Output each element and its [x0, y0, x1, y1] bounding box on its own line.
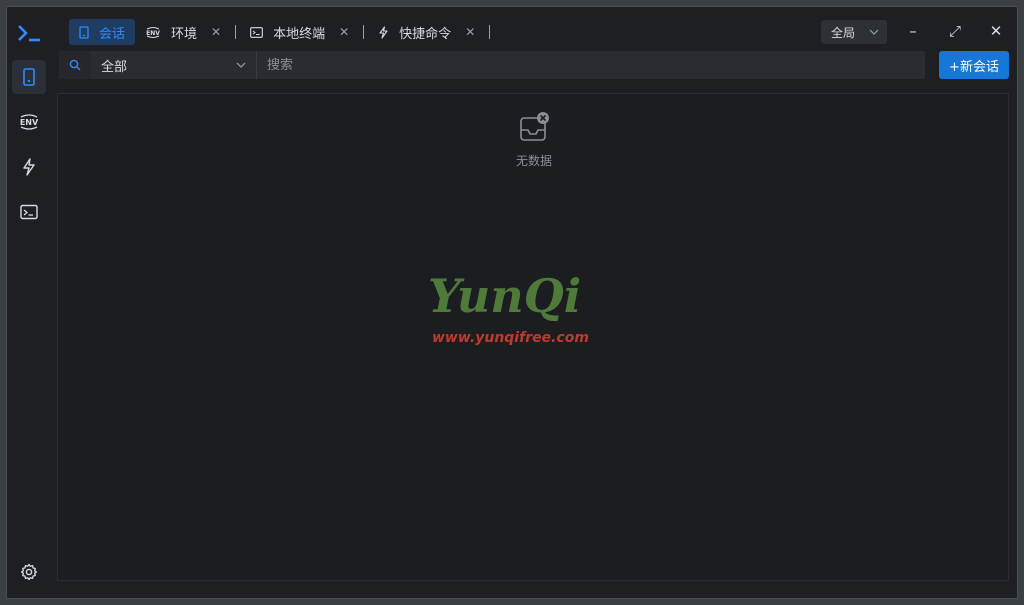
tab-local-terminal[interactable]: 本地终端 ✕ [240, 19, 359, 45]
sidebar-item-sessions[interactable] [12, 60, 46, 94]
watermark-logo: YunQi www.yunqifree.com [428, 269, 589, 346]
sidebar-item-terminal[interactable] [12, 195, 46, 229]
chevron-down-icon [869, 29, 879, 35]
close-icon: ✕ [989, 22, 1003, 40]
minimize-button[interactable]: – [900, 19, 926, 43]
session-toolbar: 全部 [59, 51, 925, 79]
close-button[interactable]: ✕ [983, 19, 1009, 43]
tab-sessions[interactable]: 会话 [69, 19, 136, 45]
tab-divider [363, 25, 365, 39]
tab-label: 会话 [99, 26, 126, 42]
empty-text: 无数据 [515, 154, 552, 168]
search-icon [69, 59, 81, 71]
terminal-icon [250, 26, 263, 38]
lightning-icon [23, 158, 35, 176]
watermark-url: www.yunqifree.com [432, 330, 589, 346]
tab-label: 快捷命令 [399, 26, 452, 42]
terminal-icon [20, 204, 38, 220]
lightning-icon [379, 25, 388, 39]
app-window: ENV 会话 ENV 环境 ✕ 本地终端 ✕ 快捷命令 ✕ 全局 – ⤢ ✕ 全… [6, 6, 1018, 599]
filter-select[interactable]: 全部 [91, 51, 257, 79]
scope-value: 全局 [831, 25, 856, 40]
tab-close-icon[interactable]: ✕ [211, 25, 221, 39]
phone-icon [79, 25, 89, 39]
gear-icon [20, 563, 38, 581]
tab-divider [235, 25, 237, 39]
maximize-button[interactable]: ⤢ [942, 19, 968, 43]
filter-value: 全部 [101, 59, 128, 75]
empty-state: 无数据 [508, 110, 560, 169]
tab-label: 本地终端 [273, 26, 326, 42]
tab-env[interactable]: ENV 环境 ✕ [135, 19, 231, 45]
settings-button[interactable] [12, 555, 46, 589]
search-button[interactable] [59, 51, 91, 79]
tab-divider [489, 25, 491, 39]
sidebar-item-quick-commands[interactable] [12, 150, 46, 184]
chevron-down-icon [236, 62, 246, 68]
sidebar: ENV [7, 7, 51, 598]
env-icon: ENV [20, 114, 39, 130]
scope-select[interactable]: 全局 [821, 20, 887, 44]
tab-label: 环境 [171, 26, 198, 42]
session-list-panel: 无数据 YunQi www.yunqifree.com [57, 93, 1009, 581]
minimize-icon: – [909, 22, 917, 40]
tab-bar: 会话 ENV 环境 ✕ 本地终端 ✕ 快捷命令 ✕ [69, 18, 877, 46]
tab-quick-commands[interactable]: 快捷命令 ✕ [368, 19, 485, 45]
tab-close-icon[interactable]: ✕ [465, 25, 475, 39]
tab-close-icon[interactable]: ✕ [339, 25, 349, 39]
search-input[interactable] [257, 51, 925, 79]
app-logo-icon [18, 25, 40, 42]
env-icon: ENV [146, 26, 160, 38]
empty-inbox-icon [520, 112, 549, 141]
watermark-logo-text: YunQi [428, 269, 581, 323]
maximize-icon: ⤢ [948, 22, 961, 40]
new-session-button[interactable]: +新会话 [939, 51, 1009, 79]
env-icon-label: ENV [20, 118, 39, 127]
sidebar-item-env[interactable]: ENV [12, 105, 46, 139]
phone-icon [23, 68, 35, 86]
